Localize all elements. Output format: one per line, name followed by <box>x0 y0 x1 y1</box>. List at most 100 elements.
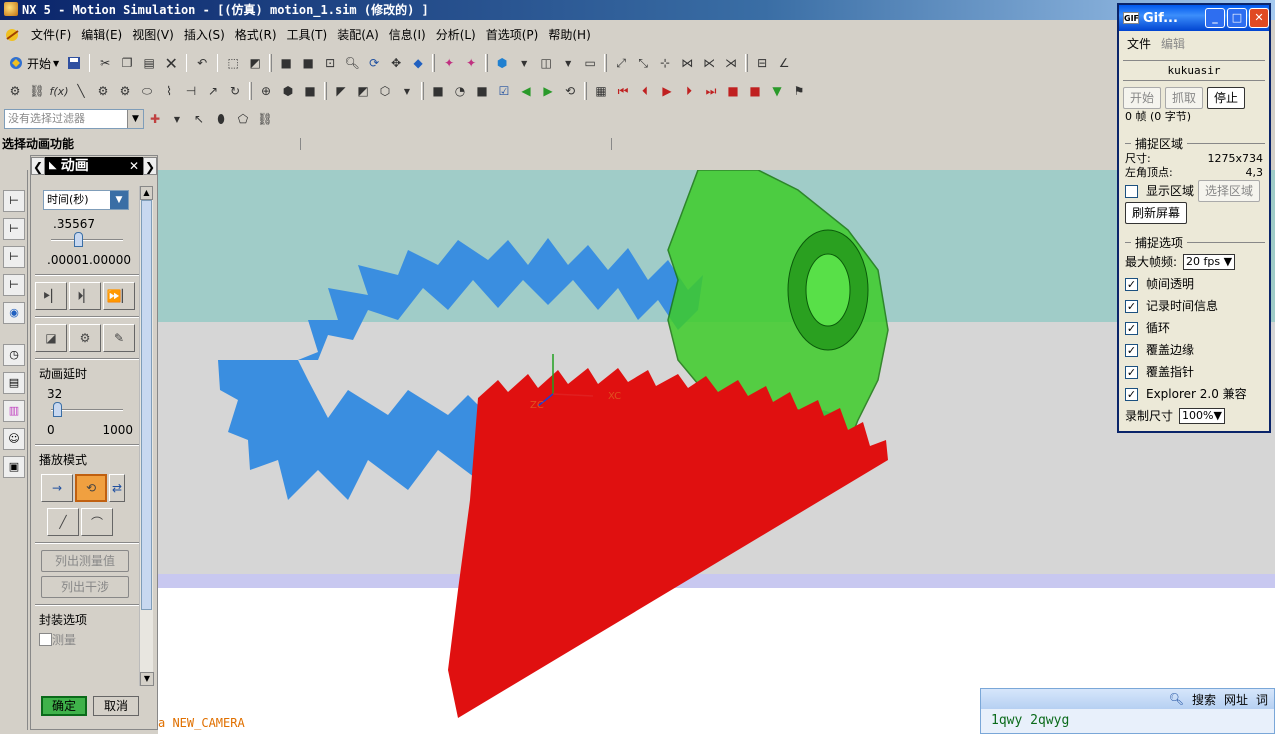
mode-icon[interactable]: ▼ <box>768 82 786 100</box>
option-loop[interactable]: ✓ 循环 <box>1119 317 1269 339</box>
type-filter-select[interactable]: 没有选择过滤器 ▼ <box>4 109 144 129</box>
toolbar-grip[interactable] <box>432 54 436 72</box>
pan-icon[interactable]: ✥ <box>387 54 405 72</box>
snap-end-icon[interactable]: ⤡ <box>634 54 652 72</box>
animation-icon[interactable]: ▦ <box>592 82 610 100</box>
ok-button[interactable]: 确定 <box>41 696 87 716</box>
menu-analysis[interactable]: 分析(L) <box>431 24 481 46</box>
select-icon[interactable]: ⬚ <box>224 54 242 72</box>
toolbar-grip[interactable] <box>604 54 608 72</box>
trace-line-button[interactable]: ╱ <box>47 508 79 536</box>
gif-start-button[interactable]: 开始 <box>1123 87 1162 109</box>
show-area-option[interactable]: 显示区域 选择区域 <box>1119 180 1269 202</box>
graphics-viewport[interactable]: XC ZC <box>158 170 1275 734</box>
gear-pair-icon[interactable]: ⚙ <box>94 82 112 100</box>
reverse-loop-button[interactable]: ⇄ <box>109 474 125 502</box>
snap-mid-icon[interactable]: ⊹ <box>656 54 674 72</box>
environment-icon[interactable]: ⚙ <box>6 82 24 100</box>
menu-view[interactable]: 视图(V) <box>127 24 179 46</box>
orient-view-dropdown-icon[interactable]: ▼ <box>515 54 533 72</box>
checklist-icon[interactable]: ☑ <box>495 82 513 100</box>
play-once-button[interactable]: → <box>41 474 73 502</box>
zoom-window-icon[interactable]: ■ <box>299 54 317 72</box>
play-icon[interactable]: ▶ <box>658 82 676 100</box>
articulation-icon[interactable]: ■ <box>429 82 447 100</box>
last-frame-icon[interactable]: ⏭ <box>702 82 720 100</box>
minimize-icon[interactable]: _ <box>1205 8 1225 28</box>
layer-dropdown-icon[interactable]: ▼ <box>559 54 577 72</box>
solver-dropdown-icon[interactable]: ▼ <box>398 82 416 100</box>
fast-forward-button[interactable]: ⏩▏ <box>103 282 135 310</box>
checkbox-checked-icon[interactable]: ✓ <box>1125 321 1138 335</box>
menu-insert[interactable]: 插入(S) <box>179 24 230 46</box>
snap-more-icon[interactable]: ⋊ <box>722 54 740 72</box>
save-icon[interactable] <box>65 54 83 72</box>
contact-icon[interactable]: ⊕ <box>257 82 275 100</box>
graph-icon[interactable]: ◔ <box>451 82 469 100</box>
magnify-icon[interactable]: 🔍︎ <box>343 54 361 72</box>
snapshot-button[interactable]: ◪ <box>35 324 67 352</box>
selection-scope-icon[interactable]: ✚ <box>146 110 164 128</box>
palette-icon[interactable]: ▥ <box>3 400 25 422</box>
part-navigator-icon[interactable]: ⊢ <box>3 246 25 268</box>
maximize-icon[interactable]: □ <box>1227 8 1247 28</box>
checkbox-checked-icon[interactable]: ✓ <box>1125 387 1138 401</box>
option-timeinfo[interactable]: ✓ 记录时间信息 <box>1119 295 1269 317</box>
show-area-checkbox[interactable] <box>1125 184 1138 198</box>
play-forward-button[interactable]: ⯈▏ <box>35 282 67 310</box>
marker-icon[interactable]: ⬢ <box>279 82 297 100</box>
toolbar-grip[interactable] <box>249 82 252 100</box>
previous-icon[interactable]: ◀ <box>517 82 535 100</box>
measure-option[interactable]: 测量 <box>39 632 139 648</box>
force-icon[interactable]: ↗ <box>204 82 222 100</box>
dialog-scrollbar[interactable]: ▲ ▼ <box>139 186 154 686</box>
search-icon[interactable]: 🔍︎ <box>1169 692 1184 706</box>
rotate-icon[interactable]: ⟳ <box>365 54 383 72</box>
close-icon[interactable]: ✕ <box>1249 8 1269 28</box>
history-icon[interactable]: ◷ <box>3 344 25 366</box>
time-unit-select[interactable]: 时间(秒) ▼ <box>43 190 129 210</box>
sensor-icon[interactable]: ■ <box>301 82 319 100</box>
scroll-thumb[interactable] <box>141 200 152 610</box>
spreadsheet-icon[interactable]: ■ <box>473 82 491 100</box>
cursor-icon[interactable]: ↖ <box>190 110 208 128</box>
copy-icon[interactable]: ❐ <box>118 54 136 72</box>
cancel-button[interactable]: 取消 <box>93 696 139 716</box>
toolbar-grip[interactable] <box>269 54 273 72</box>
checkbox-checked-icon[interactable]: ✓ <box>1125 343 1138 357</box>
url-tab[interactable]: 网址 <box>1224 691 1248 708</box>
list-interference-button[interactable]: 列出干涉 <box>41 576 129 598</box>
templates-icon[interactable]: ▤ <box>3 372 25 394</box>
cable-icon[interactable]: ⬭ <box>138 82 156 100</box>
record-size-select[interactable]: 100%▼ <box>1179 408 1225 424</box>
loop-button[interactable]: ⟲ <box>75 474 107 502</box>
selection-scope-dropdown-icon[interactable]: ▼ <box>168 110 186 128</box>
checkbox-checked-icon[interactable]: ✓ <box>1125 365 1138 379</box>
roles-icon[interactable]: ☺ <box>3 428 25 450</box>
option-explorer[interactable]: ✓ Explorer 2.0 兼容 <box>1119 383 1269 405</box>
close-icon[interactable]: ✕ <box>125 157 143 175</box>
time-slider-handle[interactable] <box>73 232 83 247</box>
damper-icon[interactable]: ⊣ <box>182 82 200 100</box>
gif-menu-file[interactable]: 文件 <box>1127 35 1151 52</box>
chevron-right-icon[interactable]: ❯ <box>143 157 157 175</box>
solver-icon[interactable]: ⬡ <box>376 82 394 100</box>
undo-icon[interactable]: ↶ <box>193 54 211 72</box>
gif-capture-button[interactable]: 抓取 <box>1165 87 1204 109</box>
delay-slider[interactable] <box>51 402 123 418</box>
gif-menu-edit[interactable]: 编辑 <box>1161 35 1185 52</box>
refresh-icon[interactable]: ⟲ <box>561 82 579 100</box>
constraint-navigator-icon[interactable]: ⊢ <box>3 218 25 240</box>
assembly-navigator-icon[interactable]: ⊢ <box>3 190 25 212</box>
menu-edit[interactable]: 编辑(E) <box>76 24 127 46</box>
chevron-left-icon[interactable]: ❮ <box>31 157 45 175</box>
cut-icon[interactable]: ✂ <box>96 54 114 72</box>
menu-help[interactable]: 帮助(H) <box>543 24 595 46</box>
menu-info[interactable]: 信息(I) <box>384 24 431 46</box>
gif-stop-button[interactable]: 停止 <box>1207 87 1246 109</box>
search-input[interactable]: 1qwy 2qwyg <box>981 709 1274 732</box>
link-icon[interactable]: ⛓ <box>28 82 46 100</box>
step-back-icon[interactable]: ⏴ <box>636 82 654 100</box>
toolbar-grip[interactable] <box>584 82 587 100</box>
option-pointer[interactable]: ✓ 覆盖指针 <box>1119 361 1269 383</box>
